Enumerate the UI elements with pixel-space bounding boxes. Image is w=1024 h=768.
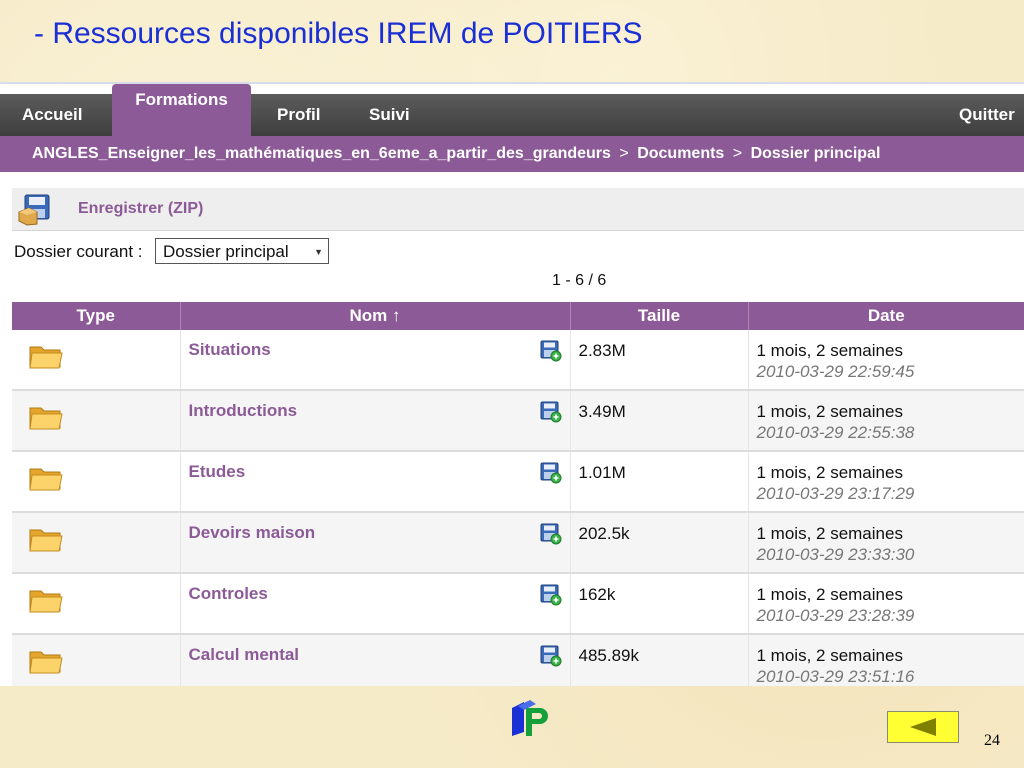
table-row: Situations 2.83M 1 mois, 2 semaines 2010-03… xyxy=(12,330,1024,391)
name-cell: Calcul mental xyxy=(180,634,571,686)
table-header-row: Type Nom ↑ Taille Date xyxy=(12,302,1024,330)
column-header-date[interactable]: Date xyxy=(748,302,1024,330)
folder-name-link[interactable]: Controles xyxy=(189,584,268,604)
save-zip-button[interactable]: Enregistrer (ZIP) xyxy=(78,188,203,230)
type-cell xyxy=(12,634,181,686)
size-cell: 202.5k xyxy=(570,512,749,574)
size-cell: 3.49M xyxy=(570,390,749,452)
size-cell: 485.89k xyxy=(570,634,749,686)
timestamp: 2010-03-29 23:33:30 xyxy=(756,545,915,564)
relative-age: 1 mois, 2 semaines xyxy=(756,646,903,665)
document-toolbar: Enregistrer (ZIP) xyxy=(12,188,1024,231)
previous-arrow-icon xyxy=(910,718,936,736)
screenshot-panel: Accueil Profil Suivi Quitter Formations … xyxy=(0,84,1024,686)
dropdown-arrow-icon: ▼ xyxy=(314,247,323,257)
nav-quitter[interactable]: Quitter xyxy=(959,94,1015,136)
save-zip-icon[interactable] xyxy=(540,340,562,362)
name-cell: Introductions xyxy=(180,390,571,452)
type-cell xyxy=(12,512,181,574)
column-header-type[interactable]: Type xyxy=(12,302,181,330)
date-cell: 1 mois, 2 semaines 2010-03-29 23:51:16 xyxy=(748,634,1024,686)
folder-select[interactable]: Dossier principal ▼ xyxy=(155,238,329,264)
save-zip-icon[interactable] xyxy=(540,401,562,423)
timestamp: 2010-03-29 23:51:16 xyxy=(756,667,915,686)
timestamp: 2010-03-29 23:17:29 xyxy=(756,484,915,503)
folder-icon xyxy=(29,590,63,613)
size-cell: 162k xyxy=(570,573,749,635)
folder-name-link[interactable]: Calcul mental xyxy=(189,645,300,665)
breadcrumb: ANGLES_Enseigner_les_mathématiques_en_6e… xyxy=(0,136,1024,172)
folder-name-link[interactable]: Devoirs maison xyxy=(189,523,316,543)
type-cell xyxy=(12,573,181,635)
relative-age: 1 mois, 2 semaines xyxy=(756,402,903,421)
folder-name-link[interactable]: Introductions xyxy=(189,401,298,421)
size-cell: 2.83M xyxy=(570,330,749,391)
size-value: 162k xyxy=(578,585,616,604)
type-cell xyxy=(12,390,181,452)
timestamp: 2010-03-29 22:55:38 xyxy=(756,423,915,442)
folder-icon xyxy=(29,529,63,552)
folder-icon xyxy=(29,407,63,430)
date-cell: 1 mois, 2 semaines 2010-03-29 23:33:30 xyxy=(748,512,1024,574)
date-cell: 1 mois, 2 semaines 2010-03-29 23:28:39 xyxy=(748,573,1024,635)
nav-accueil[interactable]: Accueil xyxy=(22,94,82,136)
save-zip-icon[interactable] xyxy=(17,194,51,226)
size-cell: 1.01M xyxy=(570,451,749,513)
current-folder-label: Dossier courant : xyxy=(14,242,143,261)
save-zip-icon[interactable] xyxy=(540,645,562,667)
table-row: Etudes 1.01M 1 mois, 2 semaines 2010-03-29 … xyxy=(12,451,1024,513)
save-zip-icon[interactable] xyxy=(540,523,562,545)
date-cell: 1 mois, 2 semaines 2010-03-29 22:55:38 xyxy=(748,390,1024,452)
nav-formations-active[interactable]: Formations xyxy=(112,84,251,136)
save-zip-icon[interactable] xyxy=(540,584,562,606)
date-cell: 1 mois, 2 semaines 2010-03-29 23:17:29 xyxy=(748,451,1024,513)
size-value: 2.83M xyxy=(578,341,626,360)
pagination-info: 1 - 6 / 6 xyxy=(552,272,607,289)
save-zip-icon[interactable] xyxy=(540,462,562,484)
irem-logo-icon xyxy=(512,700,548,736)
folder-icon xyxy=(29,346,63,369)
breadcrumb-documents[interactable]: Documents xyxy=(637,145,724,162)
name-cell: Situations xyxy=(180,330,571,391)
folder-icon xyxy=(29,651,63,674)
column-header-size[interactable]: Taille xyxy=(570,302,749,330)
date-cell: 1 mois, 2 semaines 2010-03-29 22:59:45 xyxy=(748,330,1024,391)
type-cell xyxy=(12,330,181,391)
breadcrumb-folder: Dossier principal xyxy=(750,145,881,162)
relative-age: 1 mois, 2 semaines xyxy=(756,341,903,360)
timestamp: 2010-03-29 22:59:45 xyxy=(756,362,915,381)
breadcrumb-course[interactable]: ANGLES_Enseigner_les_mathématiques_en_6e… xyxy=(32,145,611,162)
name-cell: Controles xyxy=(180,573,571,635)
folder-icon xyxy=(29,468,63,491)
slide-title: - Ressources disponibles IREM de POITIER… xyxy=(34,17,643,50)
breadcrumb-separator: > xyxy=(619,145,629,162)
table-row: Controles 162k 1 mois, 2 semaines 2010-03-2… xyxy=(12,573,1024,635)
timestamp: 2010-03-29 23:28:39 xyxy=(756,606,915,625)
previous-slide-button[interactable] xyxy=(887,711,959,743)
nav-suivi[interactable]: Suivi xyxy=(369,94,410,136)
size-value: 202.5k xyxy=(578,524,630,543)
relative-age: 1 mois, 2 semaines xyxy=(756,524,903,543)
type-cell xyxy=(12,451,181,513)
name-cell: Etudes xyxy=(180,451,571,513)
page-number: 24 xyxy=(984,732,1000,749)
column-header-name[interactable]: Nom ↑ xyxy=(180,302,571,330)
table-row: Introductions 3.49M 1 mois, 2 semaines 2010… xyxy=(12,390,1024,452)
table-row: Devoirs maison 202.5k 1 mois, 2 semaines 20… xyxy=(12,512,1024,574)
table-row: Calcul mental 485.89k 1 mois, 2 semaines 20… xyxy=(12,634,1024,686)
size-value: 1.01M xyxy=(578,463,626,482)
folder-select-value: Dossier principal xyxy=(163,242,289,261)
folder-name-link[interactable]: Situations xyxy=(189,340,271,360)
size-value: 3.49M xyxy=(578,402,626,421)
folder-name-link[interactable]: Etudes xyxy=(189,462,246,482)
size-value: 485.89k xyxy=(578,646,640,665)
name-cell: Devoirs maison xyxy=(180,512,571,574)
nav-profil[interactable]: Profil xyxy=(277,94,320,136)
relative-age: 1 mois, 2 semaines xyxy=(756,463,903,482)
documents-table: Type Nom ↑ Taille Date Situations 2.83M 1 … xyxy=(12,302,1024,686)
relative-age: 1 mois, 2 semaines xyxy=(756,585,903,604)
breadcrumb-separator: > xyxy=(732,145,743,162)
